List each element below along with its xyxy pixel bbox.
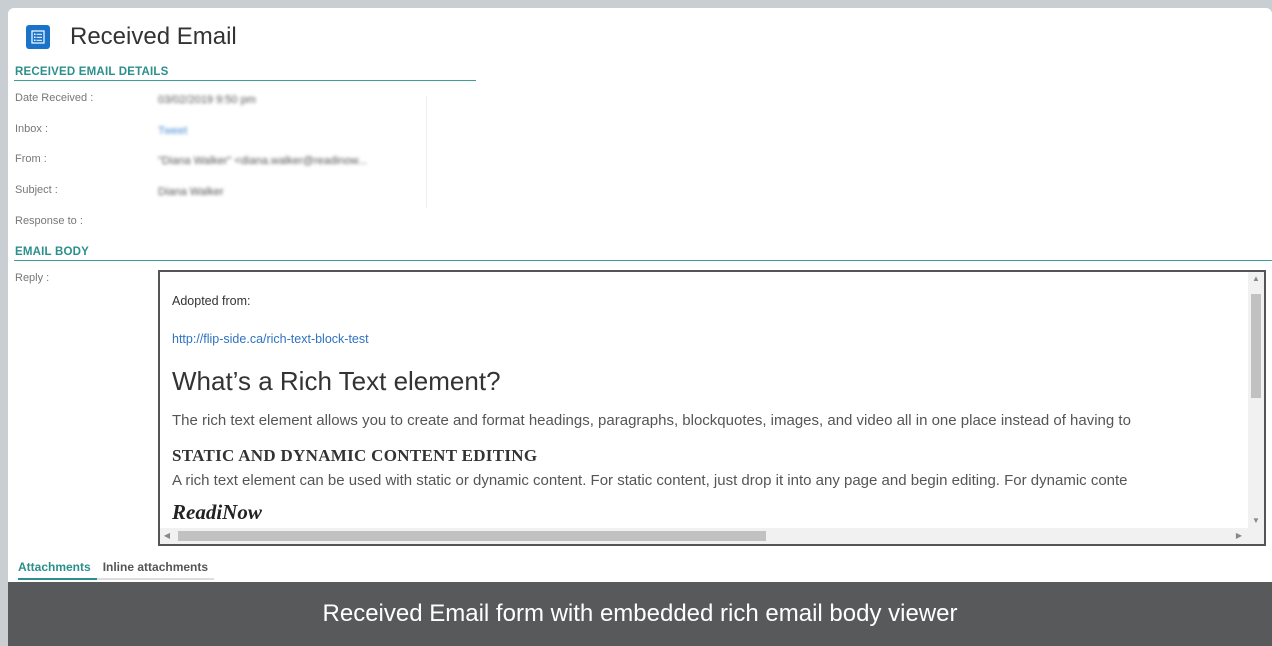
vertical-scrollbar[interactable]: ▲ ▼: [1248, 272, 1264, 528]
body-section-title: EMAIL BODY: [15, 246, 89, 258]
email-body-content: Adopted from: http://flip-side.ca/rich-t…: [172, 272, 1246, 528]
caption-banner: Received Email form with embedded rich e…: [8, 582, 1272, 646]
rich-text-paragraph: The rich text element allows you to crea…: [172, 412, 1131, 429]
from-label: From :: [15, 153, 47, 165]
readinow-logo-text: ReadiNow: [172, 500, 262, 524]
form-header: Received Email: [26, 22, 237, 52]
horizontal-scroll-thumb[interactable]: [178, 531, 766, 541]
list-form-icon: [26, 25, 50, 49]
body-section-divider: [14, 260, 1272, 261]
details-section-title: RECEIVED EMAIL DETAILS: [15, 66, 169, 78]
horizontal-scrollbar[interactable]: ◀ ▶: [160, 528, 1264, 544]
tab-inline-attachments[interactable]: Inline attachments: [96, 560, 215, 580]
date-received-label: Date Received :: [15, 92, 94, 104]
response-to-label: Response to :: [15, 215, 83, 227]
email-body-viewer[interactable]: Adopted from: http://flip-side.ca/rich-t…: [158, 270, 1266, 546]
attachment-tabs: Attachments Inline attachments: [18, 560, 215, 580]
adopted-from-text: Adopted from:: [172, 294, 251, 308]
details-section-divider: [14, 80, 476, 81]
scroll-down-icon[interactable]: ▼: [1248, 514, 1264, 528]
scroll-up-icon[interactable]: ▲: [1248, 272, 1264, 286]
details-column-divider: [426, 96, 427, 208]
date-received-value: 03/02/2019 9:50 pm: [158, 94, 256, 106]
received-email-form: Received Email RECEIVED EMAIL DETAILS Da…: [8, 8, 1272, 646]
rich-text-subheading: STATIC AND DYNAMIC CONTENT EDITING: [172, 446, 538, 465]
reply-label: Reply :: [15, 272, 50, 284]
inbox-link[interactable]: Tweet: [158, 125, 187, 137]
subject-value: Diana Walker: [158, 186, 224, 198]
scroll-left-icon[interactable]: ◀: [160, 528, 174, 544]
inbox-label: Inbox :: [15, 123, 49, 135]
source-url-link[interactable]: http://flip-side.ca/rich-text-block-test: [172, 332, 369, 346]
page-title: Received Email: [70, 23, 237, 50]
scroll-right-icon[interactable]: ▶: [1232, 528, 1246, 544]
vertical-scroll-thumb[interactable]: [1251, 294, 1261, 398]
rich-text-paragraph-2: A rich text element can be used with sta…: [172, 472, 1128, 489]
from-value: "Diana Walker" <diana.walker@readinow...: [158, 155, 368, 167]
tab-attachments[interactable]: Attachments: [18, 560, 97, 580]
subject-label: Subject :: [15, 184, 58, 196]
rich-text-heading: What’s a Rich Text element?: [172, 366, 501, 396]
